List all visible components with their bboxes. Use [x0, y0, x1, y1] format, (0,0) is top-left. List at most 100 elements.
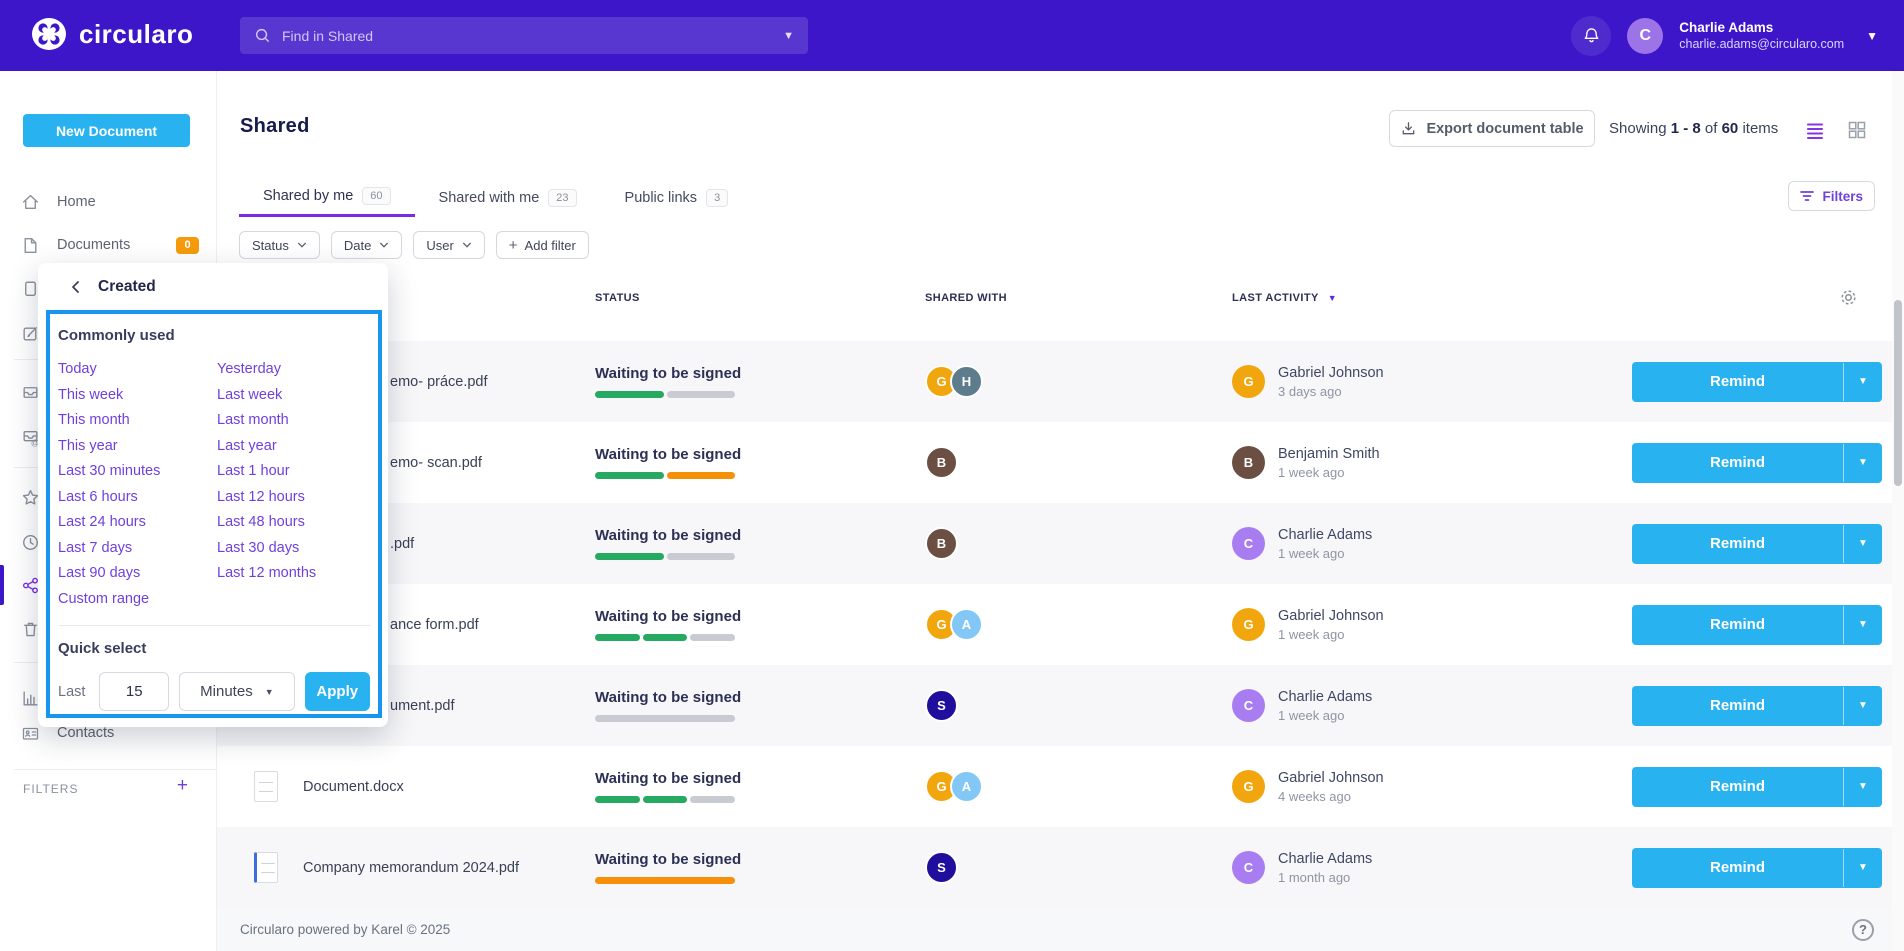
remind-dropdown-caret[interactable]: ▼: [1844, 848, 1882, 888]
filter-chip-date[interactable]: Date: [331, 231, 402, 259]
remind-button[interactable]: Remind: [1632, 362, 1843, 402]
signing-progress-bar: [595, 634, 735, 641]
date-option-last-12-hours[interactable]: Last 12 hours: [217, 489, 316, 515]
date-option-this-month[interactable]: This month: [58, 412, 217, 438]
date-option-last-month[interactable]: Last month: [217, 412, 316, 438]
filter-chip-user[interactable]: User: [413, 231, 484, 259]
search-scope-caret-icon[interactable]: ▼: [783, 30, 794, 42]
search-input[interactable]: [282, 28, 783, 44]
quick-select-unit-dropdown[interactable]: Minutes ▼: [179, 672, 294, 711]
table-row[interactable]: ument.pdf Waiting to be signed S C Charl…: [217, 665, 1892, 746]
date-option-last-1-hour[interactable]: Last 1 hour: [217, 463, 316, 489]
sidebar-item-home[interactable]: Home: [0, 190, 217, 214]
last-activity-cell: C Charlie Adams 1 week ago: [1232, 527, 1608, 561]
date-option-last-24-hours[interactable]: Last 24 hours: [58, 514, 217, 540]
user-info[interactable]: Charlie Adams charlie.adams@circularo.co…: [1679, 20, 1844, 51]
remind-split-button[interactable]: Remind ▼: [1632, 362, 1882, 402]
status-column-header[interactable]: STATUS: [595, 292, 640, 304]
table-settings-gear-icon[interactable]: [1839, 288, 1858, 307]
date-option-this-year[interactable]: This year: [58, 438, 217, 464]
table-row[interactable]: Document.docx Waiting to be signed GA G …: [217, 746, 1892, 827]
document-name-cell[interactable]: Document.docx: [217, 771, 595, 802]
date-option-this-week[interactable]: This week: [58, 387, 217, 413]
remind-button[interactable]: Remind: [1632, 524, 1843, 564]
add-filter-button[interactable]: +Add filter: [496, 231, 589, 259]
activity-avatar: G: [1232, 770, 1265, 803]
remind-dropdown-caret[interactable]: ▼: [1844, 524, 1882, 564]
new-document-button[interactable]: New Document: [23, 114, 190, 147]
export-document-table-button[interactable]: Export document table: [1389, 110, 1595, 147]
date-option-last-30-days[interactable]: Last 30 days: [217, 540, 316, 566]
last-activity-column-header[interactable]: LAST ACTIVITY▼: [1232, 288, 1608, 306]
shared-avatar[interactable]: A: [950, 608, 983, 641]
shared-avatar[interactable]: A: [950, 770, 983, 803]
remind-button[interactable]: Remind: [1632, 605, 1843, 645]
remind-split-button[interactable]: Remind ▼: [1632, 605, 1882, 645]
remind-split-button[interactable]: Remind ▼: [1632, 686, 1882, 726]
remind-dropdown-caret[interactable]: ▼: [1844, 362, 1882, 402]
remind-dropdown-caret[interactable]: ▼: [1844, 686, 1882, 726]
date-option-last-week[interactable]: Last week: [217, 387, 316, 413]
notifications-button[interactable]: [1571, 16, 1611, 56]
unit-caret-icon: ▼: [265, 687, 274, 697]
back-chevron-icon[interactable]: [68, 279, 84, 295]
tab-public-links[interactable]: Public links 3: [601, 178, 753, 217]
scrollbar-thumb[interactable]: [1894, 300, 1902, 486]
quick-select-value-input[interactable]: [99, 672, 169, 711]
remind-split-button[interactable]: Remind ▼: [1632, 767, 1882, 807]
remind-button[interactable]: Remind: [1632, 767, 1843, 807]
remind-button[interactable]: Remind: [1632, 686, 1843, 726]
filter-chip-status[interactable]: Status: [239, 231, 320, 259]
shared-avatar[interactable]: S: [925, 851, 958, 884]
remind-button[interactable]: Remind: [1632, 848, 1843, 888]
document-name-cell[interactable]: Company memorandum 2024.pdf: [217, 852, 595, 883]
filters-button[interactable]: Filters: [1788, 181, 1875, 211]
tab-shared-by-me[interactable]: Shared by me 60: [239, 178, 415, 217]
tab-shared-with-me[interactable]: Shared with me 23: [415, 178, 601, 217]
document-name: ument.pdf: [390, 698, 455, 714]
sidebar-item-document[interactable]: Documents0: [0, 233, 217, 257]
table-row[interactable]: emo- práce.pdf Waiting to be signed GH G…: [217, 341, 1892, 422]
date-option-last-12-months[interactable]: Last 12 months: [217, 565, 316, 591]
date-option-today[interactable]: Today: [58, 361, 217, 387]
page-scrollbar[interactable]: [1892, 71, 1904, 951]
search-bar[interactable]: ▼: [240, 17, 808, 54]
remind-dropdown-caret[interactable]: ▼: [1844, 443, 1882, 483]
remind-split-button[interactable]: Remind ▼: [1632, 524, 1882, 564]
footer-text: Circularo powered by Karel © 2025: [240, 922, 450, 937]
contacts-icon: [21, 724, 40, 743]
apply-button[interactable]: Apply: [305, 672, 370, 711]
date-option-last-90-days[interactable]: Last 90 days: [58, 565, 217, 591]
brand-logo[interactable]: circularo: [30, 17, 193, 51]
help-button[interactable]: ?: [1852, 919, 1874, 941]
date-option-last-48-hours[interactable]: Last 48 hours: [217, 514, 316, 540]
remind-button[interactable]: Remind: [1632, 443, 1843, 483]
document-icon: [21, 236, 40, 255]
tab-count-badge: 60: [362, 187, 390, 205]
grid-view-toggle[interactable]: [1847, 120, 1867, 140]
shared-avatar[interactable]: H: [950, 365, 983, 398]
shared-with-column-header[interactable]: SHARED WITH: [925, 292, 1007, 304]
remind-split-button[interactable]: Remind ▼: [1632, 848, 1882, 888]
table-row[interactable]: .pdf Waiting to be signed B C Charlie Ad…: [217, 503, 1892, 584]
date-option-custom-range[interactable]: Custom range: [58, 591, 217, 617]
table-row[interactable]: Company memorandum 2024.pdf Waiting to b…: [217, 827, 1892, 908]
shared-avatar[interactable]: S: [925, 689, 958, 722]
shared-avatar[interactable]: B: [925, 446, 958, 479]
remind-split-button[interactable]: Remind ▼: [1632, 443, 1882, 483]
table-row[interactable]: emo- scan.pdf Waiting to be signed B B B…: [217, 422, 1892, 503]
table-row[interactable]: ance form.pdf Waiting to be signed GA G …: [217, 584, 1892, 665]
document-thumbnail: [254, 852, 278, 883]
user-avatar[interactable]: C: [1627, 18, 1663, 54]
remind-dropdown-caret[interactable]: ▼: [1844, 605, 1882, 645]
shared-avatar[interactable]: B: [925, 527, 958, 560]
list-view-toggle[interactable]: [1805, 120, 1825, 140]
date-option-last-30-minutes[interactable]: Last 30 minutes: [58, 463, 217, 489]
date-option-yesterday[interactable]: Yesterday: [217, 361, 316, 387]
remind-dropdown-caret[interactable]: ▼: [1844, 767, 1882, 807]
date-option-last-7-days[interactable]: Last 7 days: [58, 540, 217, 566]
add-saved-filter-button[interactable]: +: [177, 775, 188, 797]
user-menu-caret-icon[interactable]: ▼: [1866, 29, 1878, 43]
date-option-last-6-hours[interactable]: Last 6 hours: [58, 489, 217, 515]
date-option-last-year[interactable]: Last year: [217, 438, 316, 464]
